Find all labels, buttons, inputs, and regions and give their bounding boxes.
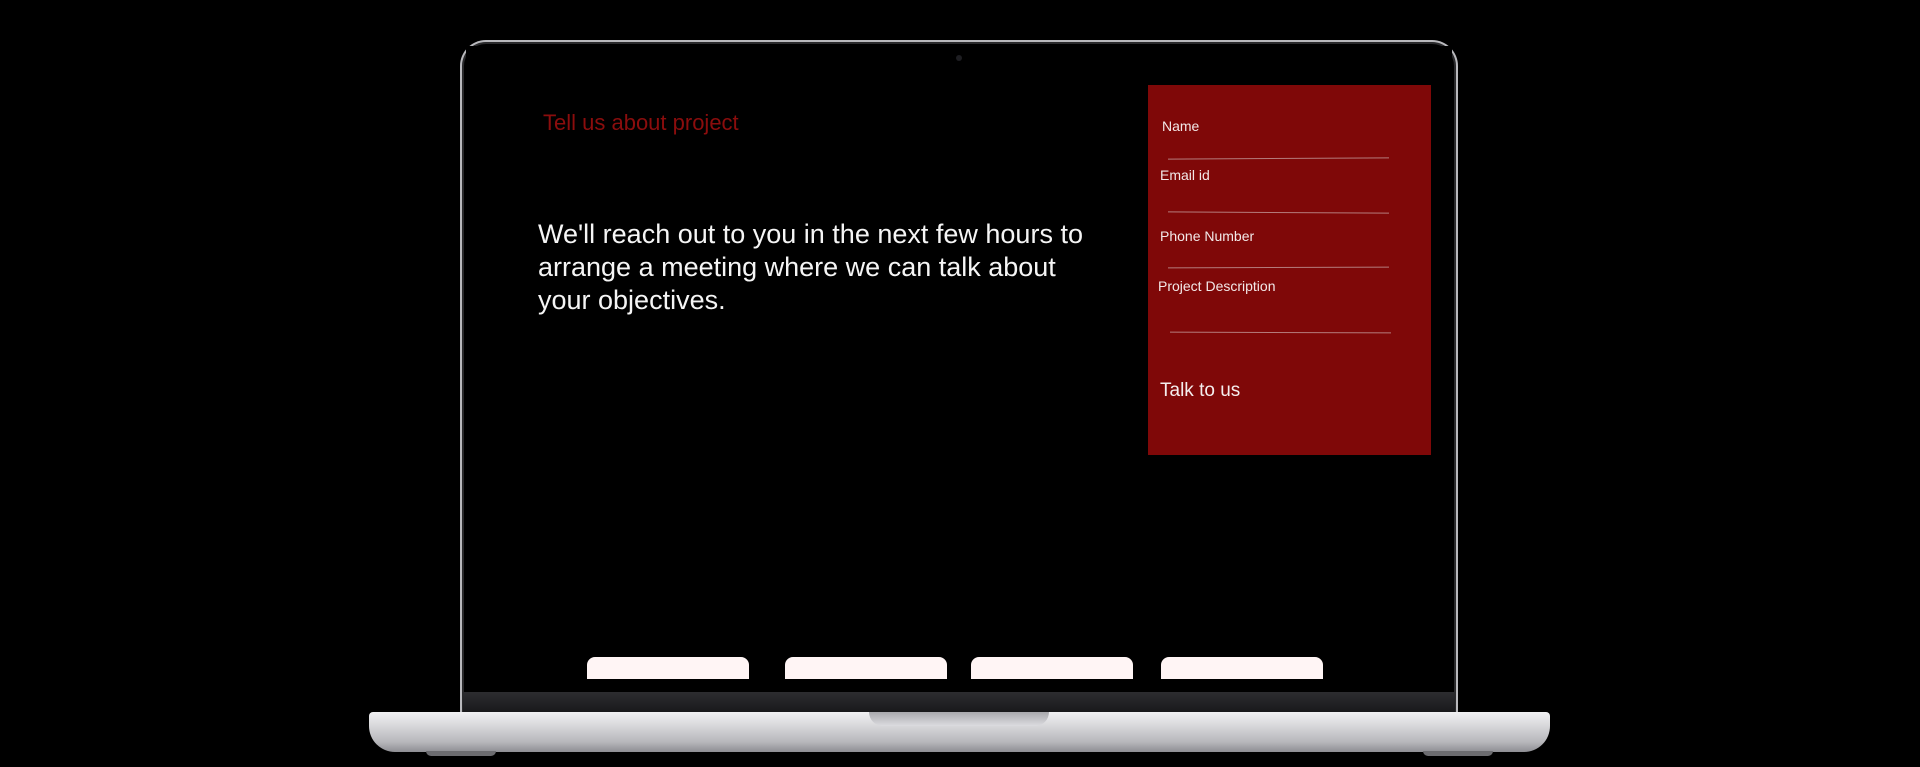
name-field-label: Name — [1162, 118, 1200, 134]
device-mockup: Tell us about project We'll reach out to… — [0, 0, 1920, 767]
phone-field-label: Phone Number — [1160, 228, 1255, 244]
project-description-label: Project Description — [1158, 278, 1276, 294]
bottom-card-1[interactable] — [587, 657, 749, 679]
laptop-foot-right — [1423, 751, 1493, 756]
bottom-card-4[interactable] — [1161, 657, 1323, 679]
section-eyebrow: Tell us about project — [543, 110, 739, 135]
lead-paragraph: We'll reach out to you in the next few h… — [538, 219, 1083, 315]
phone-field[interactable] — [1168, 247, 1388, 265]
bottom-card-3[interactable] — [971, 657, 1133, 679]
camera-icon — [956, 55, 962, 61]
talk-to-us-button[interactable]: Talk to us — [1160, 380, 1240, 402]
name-field[interactable] — [1168, 138, 1388, 156]
laptop-notch — [869, 712, 1049, 726]
screen-hinge — [463, 692, 1455, 712]
laptop-foot-left — [426, 751, 496, 756]
email-field-label: Email id — [1160, 167, 1210, 183]
bottom-card-2[interactable] — [785, 657, 947, 679]
project-description-field[interactable] — [1170, 310, 1390, 330]
email-field[interactable] — [1168, 192, 1388, 210]
